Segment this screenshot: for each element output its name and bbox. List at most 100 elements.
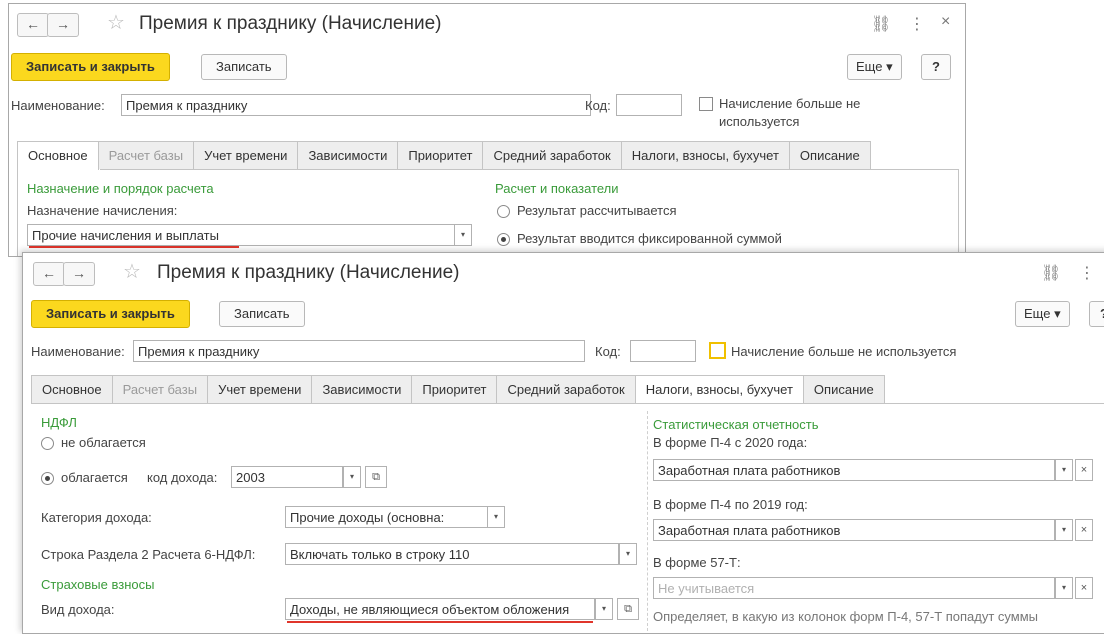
chevron-down-icon[interactable]: ▾ xyxy=(619,543,637,565)
not-used-checkbox[interactable] xyxy=(709,342,726,359)
section-calc-title: Расчет и показатели xyxy=(495,181,619,196)
income-code-input[interactable]: 2003 xyxy=(231,466,343,488)
chevron-down-icon[interactable]: ▾ xyxy=(1055,459,1073,481)
radio-taxed-label: облагается xyxy=(61,470,128,485)
chevron-down-icon[interactable]: ▾ xyxy=(1055,519,1073,541)
tab-taxes[interactable]: Налоги, взносы, бухучет xyxy=(620,141,790,169)
close-icon[interactable]: × xyxy=(941,13,950,31)
back-button[interactable]: ← xyxy=(17,13,49,37)
tab-average-earnings[interactable]: Средний заработок xyxy=(496,375,636,403)
tab-bar: Основное Расчет базы Учет времени Зависи… xyxy=(31,375,885,404)
code-label: Код: xyxy=(585,98,611,113)
income-type-label: Вид дохода: xyxy=(41,602,115,617)
favorite-star-icon[interactable]: ☆ xyxy=(123,259,141,284)
code-label: Код: xyxy=(595,344,621,359)
clear-icon[interactable]: × xyxy=(1075,459,1093,481)
save-button[interactable]: Записать xyxy=(201,54,287,80)
t57-label: В форме 57-Т: xyxy=(653,555,741,570)
arrow-left-icon: ← xyxy=(26,16,40,32)
chevron-down-icon[interactable]: ▾ xyxy=(595,598,613,620)
radio-not-taxed[interactable] xyxy=(41,437,54,450)
arrow-left-icon: ← xyxy=(42,265,56,281)
back-button[interactable]: ← xyxy=(33,262,65,286)
forward-button[interactable]: → xyxy=(63,262,95,286)
tab-average-earnings[interactable]: Средний заработок xyxy=(482,141,622,169)
tab-main[interactable]: Основное xyxy=(31,375,113,403)
tab-priority[interactable]: Приоритет xyxy=(411,375,498,403)
link-icon[interactable]: ⛓ xyxy=(871,14,891,34)
tab-dependencies[interactable]: Зависимости xyxy=(297,141,399,169)
stat-section-title: Статистическая отчетность xyxy=(653,417,819,432)
clear-icon[interactable]: × xyxy=(1075,577,1093,599)
not-used-label: Начисление больше не используется xyxy=(731,344,957,359)
titlebar: ← → ☆ Премия к празднику (Начисление) ⛓ … xyxy=(9,4,965,44)
ndfl-section-title: НДФЛ xyxy=(41,415,77,430)
radio-taxed[interactable] xyxy=(41,472,54,485)
clear-icon[interactable]: × xyxy=(1075,519,1093,541)
radio-calculated-label: Результат рассчитывается xyxy=(517,203,677,218)
code-input[interactable] xyxy=(616,94,682,116)
tab-base-calc[interactable]: Расчет базы xyxy=(97,141,195,169)
arrow-right-icon: → xyxy=(56,16,70,32)
tab-taxes[interactable]: Налоги, взносы, бухучет xyxy=(634,375,804,404)
arrow-right-icon: → xyxy=(72,265,86,281)
more-button[interactable]: Еще ▾ xyxy=(1015,301,1070,327)
more-button[interactable]: Еще ▾ xyxy=(847,54,902,80)
not-used-label: Начисление больше не xyxy=(719,96,861,111)
tab-dependencies[interactable]: Зависимости xyxy=(311,375,413,403)
tab-divider xyxy=(31,403,1104,404)
open-icon[interactable]: ⧉ xyxy=(365,466,387,488)
income-type-select[interactable]: Доходы, не являющиеся объектом обложения xyxy=(285,598,595,620)
t57-select[interactable]: Не учитывается xyxy=(653,577,1055,599)
more-vertical-icon[interactable]: ⋮ xyxy=(909,14,925,34)
window-title: Премия к празднику (Начисление) xyxy=(157,262,460,283)
help-button[interactable]: ? xyxy=(921,54,951,80)
income-category-select[interactable]: Прочие доходы (основна: xyxy=(285,506,489,528)
line-6ndfl-select[interactable]: Включать только в строку 110 xyxy=(285,543,619,565)
favorite-star-icon[interactable]: ☆ xyxy=(107,10,125,35)
tab-time-accounting[interactable]: Учет времени xyxy=(207,375,313,403)
window-title: Премия к празднику (Начисление) xyxy=(139,13,442,34)
chevron-down-icon[interactable]: ▾ xyxy=(487,506,505,528)
forward-button[interactable]: → xyxy=(47,13,79,37)
insurance-section-title: Страховые взносы xyxy=(41,577,155,592)
tab-description[interactable]: Описание xyxy=(802,375,885,403)
not-used-checkbox[interactable] xyxy=(699,97,713,111)
tab-priority[interactable]: Приоритет xyxy=(397,141,484,169)
chevron-down-icon[interactable]: ▾ xyxy=(454,224,472,246)
name-input[interactable]: Премия к празднику xyxy=(121,94,591,116)
not-used-label-line2: используется xyxy=(719,114,800,129)
save-and-close-button[interactable]: Записать и закрыть xyxy=(11,53,170,81)
p4-2020-label: В форме П-4 с 2020 года: xyxy=(653,435,808,450)
radio-fixed-label: Результат вводится фиксированной суммой xyxy=(517,231,782,246)
radio-calculated[interactable] xyxy=(497,205,510,218)
name-input[interactable]: Премия к празднику xyxy=(133,340,585,362)
radio-fixed[interactable] xyxy=(497,233,510,246)
open-icon[interactable]: ⧉ xyxy=(617,598,639,620)
red-underline xyxy=(287,621,593,623)
column-divider xyxy=(647,411,648,631)
link-icon[interactable]: ⛓ xyxy=(1041,263,1061,283)
name-label: Наименование: xyxy=(11,98,105,113)
window-main-tab: ← → ☆ Премия к празднику (Начисление) ⛓ … xyxy=(8,3,966,257)
p4-2020-select[interactable]: Заработная плата работников xyxy=(653,459,1055,481)
titlebar: ← → ☆ Премия к празднику (Начисление) ⛓ … xyxy=(23,253,1104,293)
income-category-label: Категория дохода: xyxy=(41,510,152,525)
tab-main[interactable]: Основное xyxy=(17,141,99,170)
code-input[interactable] xyxy=(630,340,696,362)
save-button[interactable]: Записать xyxy=(219,301,305,327)
tab-time-accounting[interactable]: Учет времени xyxy=(193,141,299,169)
p4-2019-label: В форме П-4 по 2019 год: xyxy=(653,497,808,512)
p4-2019-select[interactable]: Заработная плата работников xyxy=(653,519,1055,541)
tab-base-calc[interactable]: Расчет базы xyxy=(111,375,209,403)
tab-bar: Основное Расчет базы Учет времени Зависи… xyxy=(17,141,871,170)
tab-description[interactable]: Описание xyxy=(788,141,871,169)
line-6ndfl-label: Строка Раздела 2 Расчета 6-НДФЛ: xyxy=(41,547,256,562)
help-button[interactable]: ? xyxy=(1089,301,1104,327)
more-vertical-icon[interactable]: ⋮ xyxy=(1079,263,1095,283)
save-and-close-button[interactable]: Записать и закрыть xyxy=(31,300,190,328)
purpose-select[interactable]: Прочие начисления и выплаты xyxy=(27,224,455,246)
chevron-down-icon[interactable]: ▾ xyxy=(343,466,361,488)
chevron-down-icon[interactable]: ▾ xyxy=(1055,577,1073,599)
red-underline xyxy=(29,246,239,248)
